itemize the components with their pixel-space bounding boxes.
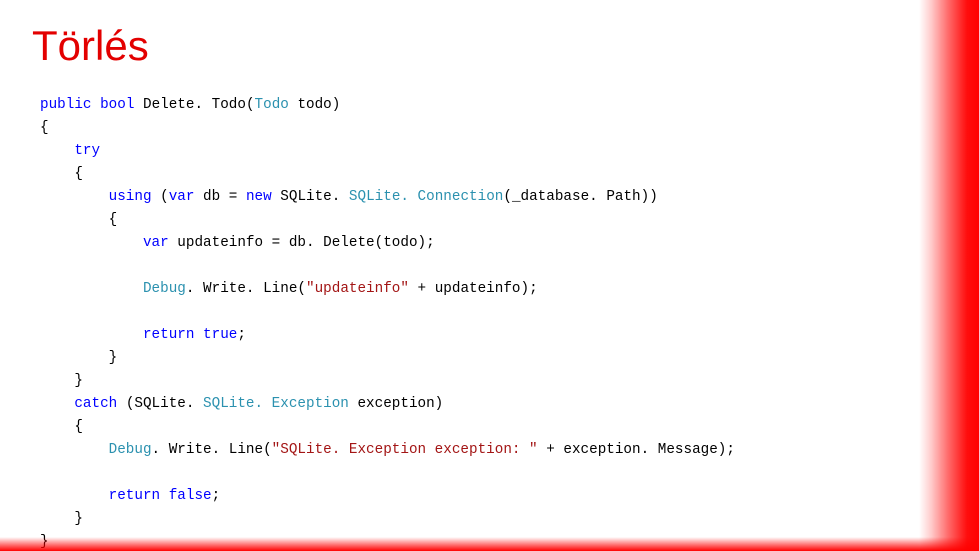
type-debug: Debug [109,442,152,458]
kw-public: public [40,97,91,113]
text: (_database. Path)) [503,189,657,205]
text: . Write. Line( [152,442,272,458]
kw-return: return [109,488,160,504]
kw-new: new [246,189,272,205]
text: + updateinfo); [409,281,538,297]
indent [40,488,109,504]
brace: } [40,534,49,550]
indent [40,189,109,205]
code-block: public bool Delete. Todo(Todo todo) { tr… [40,94,735,551]
slide-title: Törlés [32,22,149,70]
text: ( [152,189,169,205]
text [194,327,203,343]
text: (SQLite. [117,396,203,412]
text: exception) [349,396,443,412]
text: updateinfo = db. Delete(todo); [169,235,435,251]
text [160,488,169,504]
indent [40,281,143,297]
kw-false: false [169,488,212,504]
brace: } [40,350,117,366]
indent [40,396,74,412]
brace: { [40,212,117,228]
brace: { [40,166,83,182]
brace: } [40,373,83,389]
kw-var: var [143,235,169,251]
brace: { [40,419,83,435]
text: todo) [289,97,340,113]
kw-bool: bool [100,97,134,113]
text: ; [237,327,246,343]
text: ; [212,488,221,504]
kw-using: using [109,189,152,205]
slide-page: { "title": "Törlés", "code": { "l01a": "… [0,0,979,551]
text: db = [194,189,245,205]
string-literal: "updateinfo" [306,281,409,297]
kw-var: var [169,189,195,205]
right-edge-gradient [919,0,979,551]
kw-catch: catch [74,396,117,412]
indent [40,143,74,159]
type-todo: Todo [255,97,289,113]
text: + exception. Message); [538,442,735,458]
brace: } [40,511,83,527]
text: SQLite. [272,189,349,205]
text: Delete. Todo( [134,97,254,113]
indent [40,442,109,458]
type-sqliteexception: SQLite. Exception [203,396,349,412]
kw-try: try [74,143,100,159]
type-debug: Debug [143,281,186,297]
indent [40,327,143,343]
kw-true: true [203,327,237,343]
string-literal: "SQLite. Exception exception: " [272,442,538,458]
text: . Write. Line( [186,281,306,297]
type-sqliteconnection: SQLite. Connection [349,189,503,205]
brace: { [40,120,49,136]
indent [40,235,143,251]
kw-return: return [143,327,194,343]
